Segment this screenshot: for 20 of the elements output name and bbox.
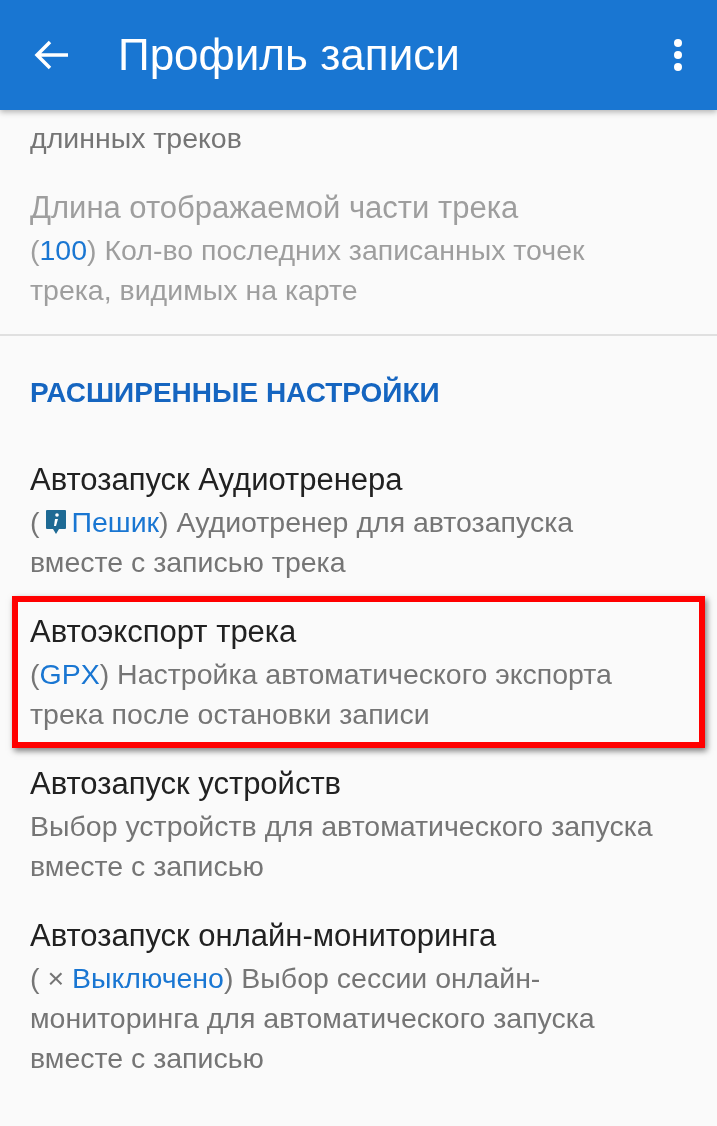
setting-summary: (GPX) Настройка автоматического экспорта трека после остановки записи xyxy=(30,657,613,732)
setting-summary: ( Пешик) Аудиотренер для автозапуска вместе с записью трека xyxy=(30,505,575,580)
setting-title: Автозапуск устройств xyxy=(30,765,343,803)
setting-row[interactable]: Автозапуск устройств Выбор устройств для автоматического запуска вместе с записью xyxy=(0,748,717,900)
setting-row[interactable]: Автозапуск Аудиотренера ( Пешик) Аудиотренер для автозапуска вместе с записью трека xyxy=(0,444,717,596)
section-header: РАСШИРЕННЫЕ НАСТРОЙКИ xyxy=(30,377,440,408)
setting-title: Автозапуск онлайн-мониторинга xyxy=(30,917,498,955)
setting-title: Автозапуск Аудиотренера xyxy=(30,461,404,499)
screen-title: Профиль записи xyxy=(118,29,460,81)
setting-summary: (100) Кол-во последних записанных точек трека, видимых на карте xyxy=(30,233,586,308)
highlight-frame[interactable]: Автоэкспорт трека (GPX) Настройка автоматического экспорта трека после остановки записи xyxy=(12,596,705,748)
setting-row[interactable]: Автозапуск онлайн-мониторинга ( × Выключено) Выбор сессии онлайн-мониторинга для автоматического запуска вместе с записью xyxy=(0,900,717,1092)
setting-title: Длина отображаемой части трека xyxy=(30,189,520,227)
setting-summary: Выбор устройств для автоматического запуска вместе с записью xyxy=(30,809,654,884)
setting-summary: ( × Выключено) Выбор сессии онлайн-мониторинга для автоматического запуска вместе с записью xyxy=(30,961,596,1076)
more-options-icon[interactable] xyxy=(673,38,683,72)
back-arrow-icon[interactable] xyxy=(34,39,70,71)
setting-title: Автоэкспорт трека xyxy=(30,613,298,651)
setting-summary: длинных треков xyxy=(30,121,243,156)
setting-row[interactable]: длинных треков xyxy=(0,110,717,172)
